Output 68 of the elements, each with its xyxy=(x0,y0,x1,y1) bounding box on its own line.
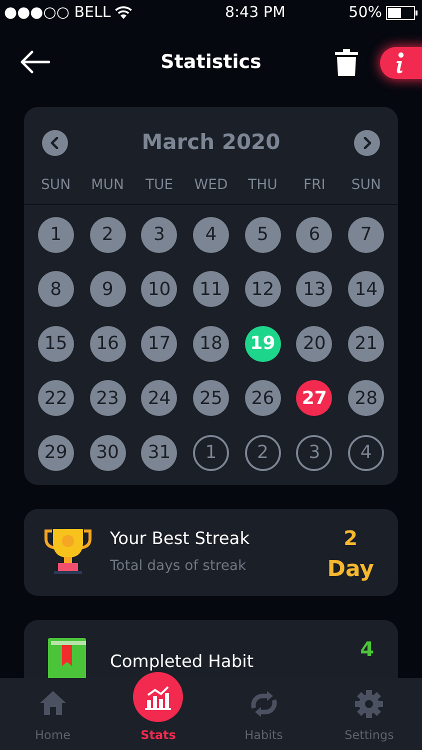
calendar-day[interactable]: 9 xyxy=(90,271,126,307)
calendar-day[interactable]: 25 xyxy=(192,380,229,416)
stat-unit: Day xyxy=(327,556,374,584)
calendar-day[interactable]: 24 xyxy=(141,380,178,416)
stat-subtitle: Total days of streak xyxy=(110,557,248,576)
calendar-day[interactable]: 15 xyxy=(38,326,74,362)
home-icon xyxy=(38,690,67,716)
calendar-day[interactable]: 2 xyxy=(244,434,281,470)
calendar-day[interactable]: 3 xyxy=(141,216,178,252)
calendar-day[interactable]: 14 xyxy=(348,271,384,307)
back-button[interactable] xyxy=(20,50,50,74)
calendar-day[interactable]: 11 xyxy=(192,271,229,307)
time-text: 8:43 PM xyxy=(224,2,286,24)
calendar-day[interactable]: 23 xyxy=(90,380,126,416)
calendar-day[interactable]: 2 xyxy=(90,216,126,252)
calendar-day[interactable]: 12 xyxy=(244,271,281,307)
calendar-day[interactable]: 28 xyxy=(348,380,384,416)
chevron-left-icon xyxy=(50,136,60,149)
stat-value: 2 xyxy=(344,524,358,552)
tab-button[interactable]: Stats xyxy=(106,672,211,750)
chevron-right-icon xyxy=(362,136,372,149)
weekday-label: MUN xyxy=(91,176,124,194)
calendar-day[interactable]: 30 xyxy=(90,434,126,470)
delete-button[interactable] xyxy=(335,49,358,77)
stat-value: 4 xyxy=(360,636,374,662)
weekday-label: SUN xyxy=(351,176,381,194)
battery-icon xyxy=(386,6,418,20)
battery-text: 50% xyxy=(348,2,382,24)
wifi-icon xyxy=(114,6,132,19)
calendar-day[interactable]: 21 xyxy=(348,326,384,362)
weekday-label: TUE xyxy=(145,176,174,194)
previous-month-button[interactable] xyxy=(42,130,68,156)
calendar-day[interactable]: 17 xyxy=(141,326,178,362)
calendar-day[interactable]: 6 xyxy=(296,216,332,252)
calendar-day[interactable]: 20 xyxy=(296,326,332,362)
stat-title: Completed Habit xyxy=(110,651,255,674)
calendar-day[interactable]: 4 xyxy=(192,216,229,252)
next-month-button[interactable] xyxy=(354,130,380,156)
calendar-day[interactable]: 1 xyxy=(38,216,74,252)
calendar-day[interactable]: 4 xyxy=(348,434,384,470)
calendar-day[interactable]: 27 xyxy=(296,380,332,416)
calendar-day[interactable]: 13 xyxy=(296,271,332,307)
month-title: March 2020 xyxy=(142,129,280,156)
stat-title: Your Best Streak xyxy=(110,528,251,551)
calendar-day[interactable]: 16 xyxy=(90,326,126,362)
calendar-day[interactable]: 5 xyxy=(244,216,281,252)
carrier-text: ●●●○○ BELL xyxy=(4,2,111,24)
calendar-day[interactable]: 1 xyxy=(192,434,229,470)
tab-button[interactable]: Habits xyxy=(211,672,316,750)
calendar-day[interactable]: 8 xyxy=(38,271,74,307)
calendar-day[interactable]: 22 xyxy=(38,380,74,416)
calendar-day[interactable]: 29 xyxy=(38,434,74,470)
tab-button[interactable]: Home xyxy=(0,672,106,750)
calendar-day[interactable]: 3 xyxy=(296,434,332,470)
tab-button[interactable]: Settings xyxy=(316,672,422,750)
weekday-label: FRI xyxy=(303,176,326,194)
weekday-label: SUN xyxy=(41,176,71,194)
weekday-label: WED xyxy=(194,176,228,194)
screen-title: Statistics xyxy=(160,50,262,76)
weekday-label: THU xyxy=(248,176,278,194)
calendar-day[interactable]: 18 xyxy=(192,326,229,362)
calendar-day[interactable]: 7 xyxy=(348,216,384,252)
trophy-icon xyxy=(44,526,92,574)
calendar-day[interactable]: 26 xyxy=(244,380,281,416)
calendar-day[interactable]: 10 xyxy=(141,271,178,307)
calendar-day[interactable]: 31 xyxy=(141,434,178,470)
info-icon xyxy=(394,52,406,74)
info-button[interactable] xyxy=(380,47,422,79)
